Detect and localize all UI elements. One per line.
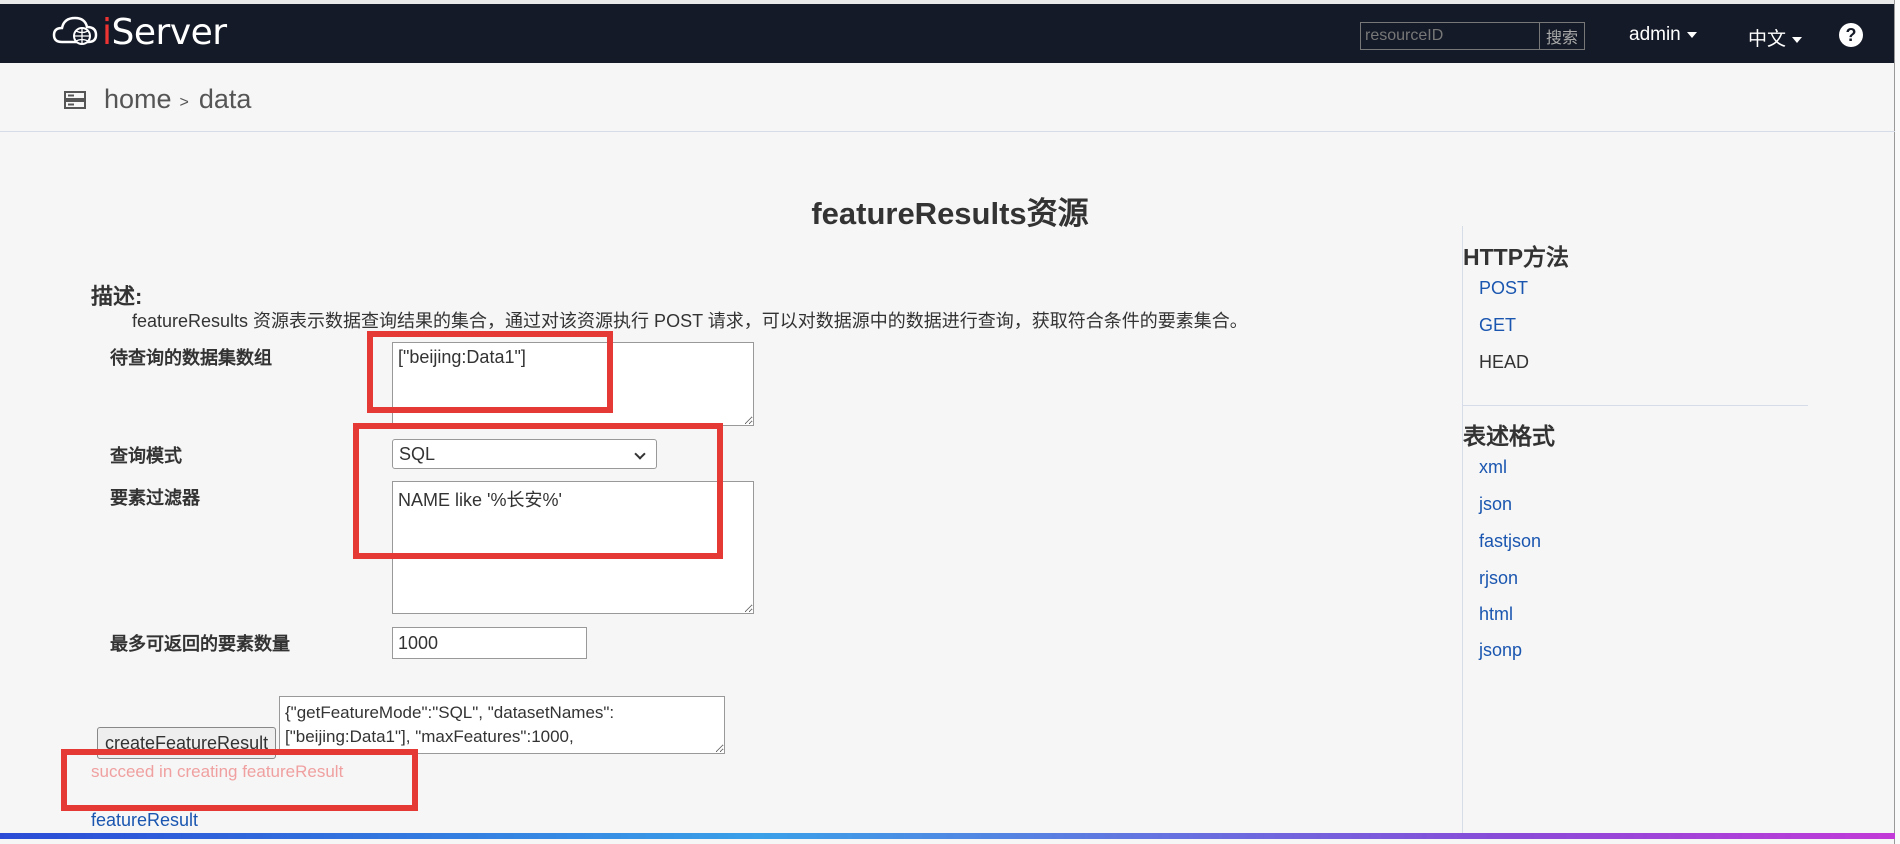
taskbar-edge <box>0 833 1895 839</box>
formats-heading: 表述格式 <box>1463 423 1555 449</box>
chevron-down-icon <box>1792 36 1803 43</box>
cloud-globe-icon <box>52 16 98 45</box>
highlight-box-dataset <box>367 331 613 413</box>
format-rjson-link[interactable]: rjson <box>1479 568 1518 589</box>
divider <box>1463 405 1808 406</box>
breadcrumb-home-link[interactable]: home <box>104 84 172 115</box>
format-fastjson-link[interactable]: fastjson <box>1479 531 1541 552</box>
highlight-box-status <box>61 749 418 811</box>
format-jsonp-link[interactable]: jsonp <box>1479 640 1522 661</box>
format-html-link[interactable]: html <box>1479 604 1513 625</box>
resource-id-search-input[interactable] <box>1360 22 1540 50</box>
user-dropdown[interactable]: admin <box>1629 24 1697 46</box>
feature-result-link[interactable]: featureResult <box>91 810 198 831</box>
brand-name: iServer <box>102 11 227 53</box>
chevron-down-icon <box>1686 31 1697 38</box>
format-xml-link[interactable]: xml <box>1479 457 1507 478</box>
user-name: admin <box>1629 24 1681 45</box>
http-method-head: HEAD <box>1479 352 1530 372</box>
search-bar: 搜索 <box>1360 22 1586 50</box>
sidebar: HTTP方法 POST GET HEAD 表述格式 xml json fastj… <box>1462 226 1808 836</box>
max-features-input[interactable] <box>392 627 587 659</box>
attribute-filter-label: 要素过滤器 <box>110 488 200 508</box>
top-navbar: iServer 搜索 admin 中文 ? <box>0 0 1900 63</box>
language-label: 中文 <box>1748 29 1787 50</box>
help-icon[interactable]: ? <box>1839 23 1863 47</box>
iserver-logo[interactable]: iServer <box>52 10 227 54</box>
highlight-box-query <box>353 423 723 559</box>
divider <box>0 131 1895 132</box>
server-icon <box>64 90 86 109</box>
scrollbar[interactable] <box>1894 0 1900 844</box>
breadcrumb: home > data <box>64 84 251 115</box>
breadcrumb-data-link[interactable]: data <box>199 84 252 115</box>
http-methods-heading: HTTP方法 <box>1463 244 1570 270</box>
language-dropdown[interactable]: 中文 <box>1748 24 1803 51</box>
format-json-link[interactable]: json <box>1479 494 1512 515</box>
request-body-textarea[interactable]: {"getFeatureMode":"SQL", "datasetNames":… <box>279 696 725 754</box>
http-method-post-link[interactable]: POST <box>1479 278 1528 299</box>
http-method-get-link[interactable]: GET <box>1479 315 1516 336</box>
query-mode-label: 查询模式 <box>110 446 182 466</box>
description-text: featureResults 资源表示数据查询结果的集合，通过对该资源执行 PO… <box>132 311 1248 331</box>
dataset-names-label: 待查询的数据集数组 <box>110 348 272 368</box>
breadcrumb-separator: > <box>179 93 189 111</box>
search-button[interactable]: 搜索 <box>1540 22 1586 50</box>
max-features-label: 最多可返回的要素数量 <box>110 634 290 654</box>
